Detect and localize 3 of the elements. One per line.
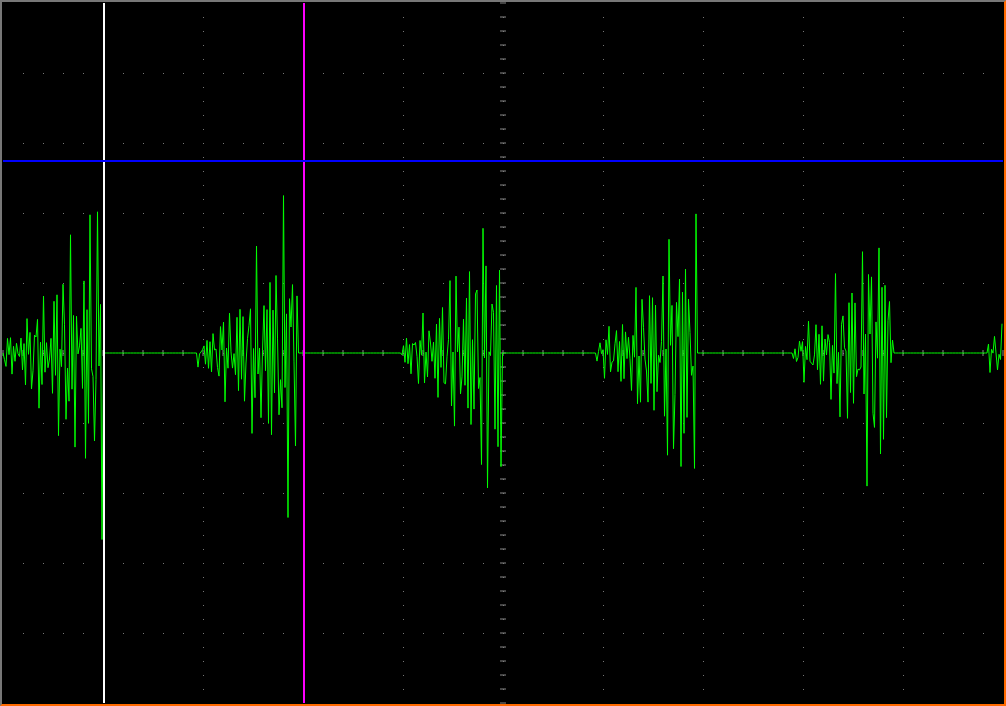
cursor-line[interactable] <box>303 3 305 703</box>
cursor-line[interactable] <box>3 160 1003 162</box>
cursor-line[interactable] <box>103 3 105 703</box>
